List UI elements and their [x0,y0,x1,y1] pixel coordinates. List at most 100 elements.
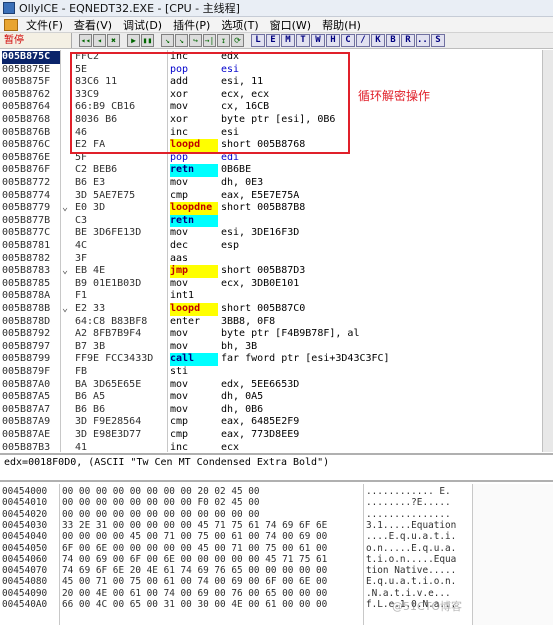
breakpoints-button[interactable]: B [386,34,400,47]
modules-window-button[interactable]: E [266,34,280,47]
menu-plugins[interactable]: 插件(P) [168,17,216,33]
handles-window-button[interactable]: H [326,34,340,47]
log-window-button[interactable]: L [251,34,265,47]
disasm-row[interactable]: 005B87A7 B6 B6 mov dh, 0B6 [0,404,542,417]
references-button[interactable]: R [401,34,415,47]
dump-row[interactable]: 00454050 6F 00 6E 00 00 00 00 00 45 00 71… [0,543,473,554]
menu-view[interactable]: 查看(V) [69,17,118,33]
disasm-row[interactable]: 005B8774 3D 5AE7E75 cmp eax, E5E7E75A [0,190,542,203]
trace-over-button[interactable]: →| [203,34,216,47]
disasm-hex-bytes: B6 B6 [75,403,106,415]
windows-window-button[interactable]: W [311,34,325,47]
disasm-row[interactable]: 005B8797 B7 3B mov bh, 3B [0,341,542,354]
disasm-operands: short 005B87D3 [221,265,306,277]
disasm-mnemonic: mov [170,277,189,289]
cpu-window-button[interactable]: C [341,34,355,47]
disasm-row[interactable]: 005B87AE 3D E98E3D77 cmp eax, 773D8EE9 [0,429,542,442]
step-over-button[interactable]: ↘ [175,34,188,47]
disasm-row[interactable]: 005B877B C3 retn [0,214,542,228]
info-text: edx=0018F0D0, (ASCII "Tw Cen MT Condense… [4,457,330,468]
toolbar: 暂停 ◂◂ ◂ ✖ ▶ ▮▮ ↘ ↘ ↪ →| ↧ ⟳ L E M T W H … [0,33,553,49]
dump-row[interactable]: 00454070 74 69 6F 6E 20 4E 61 74 69 76 65… [0,565,473,576]
memory-dump-pane[interactable]: 00454000 00 00 00 00 00 00 00 00 20 02 45… [0,484,553,625]
disasm-row[interactable]: 005B877C BE 3D6FE13D mov esi, 3DE16F3D [0,227,542,240]
dump-row[interactable]: 00454080 45 00 71 00 75 00 61 00 74 00 69… [0,576,473,587]
disasm-mnemonic: enter [170,315,201,327]
menu-window[interactable]: 窗口(W) [265,17,317,33]
call-stack-button[interactable]: K [371,34,385,47]
dump-row[interactable]: 00454010 00 00 00 00 00 00 00 00 F0 02 45… [0,497,473,508]
goto-button[interactable]: ⟳ [231,34,244,47]
run-button[interactable]: ▶ [127,34,140,47]
disasm-row[interactable]: 005B87A0 BA 3D65E65E mov edx, 5EE6653D [0,379,542,392]
disasm-hex-bytes: FB [75,366,88,377]
disasm-row[interactable]: 005B876F C2 BEB6 retn 0B6BE [0,164,542,177]
execute-till-return-button[interactable]: ↧ [217,34,230,47]
disasm-row[interactable]: 005B878D 64:C8 B83BF8 enter 3BB8, 0F8 [0,316,542,329]
disasm-hex-bytes: 64:C8 B83BF8 [75,315,148,327]
source-button[interactable]: S [431,34,445,47]
run-trace-button[interactable]: ... [416,34,430,47]
disasm-address: 005B8779 [2,202,51,214]
disasm-operands: edx, 5EE6653D [221,378,300,390]
disasm-row[interactable]: 005B8783 ⌄ EB 4E jmp short 005B87D3 [0,265,542,278]
disasm-row[interactable]: 005B8772 B6 E3 mov dh, 0E3 [0,177,542,190]
disasm-address: 005B87AE [2,429,51,440]
dump-hex-bytes: 66 00 4C 00 65 00 31 00 30 00 4E 00 61 0… [62,599,328,610]
dump-row[interactable]: 00454030 33 2E 31 00 00 00 00 00 45 71 75… [0,520,473,531]
disasm-operands: 0B6BE [221,164,252,176]
disasm-row[interactable]: 005B8782 3F aas [0,253,542,266]
disasm-row[interactable]: 005B8792 A2 8FB7B9F4 mov byte ptr [F4B9B78F… [0,328,542,341]
dump-ascii: tion Native..... [366,565,457,577]
disasm-operands: eax, 773D8EE9 [221,429,300,440]
disasm-operands: short 005B87C0 [221,303,306,314]
threads-window-button[interactable]: T [296,34,310,47]
dump-hex-bytes: 74 00 69 00 6F 00 6E 00 00 00 00 00 45 7… [62,553,328,565]
app-menu-icon[interactable] [4,18,18,31]
disasm-row[interactable]: 005B87A9 3D F9E28564 cmp eax, 6485E2F9 [0,416,542,429]
disasm-hex-bytes: C2 BEB6 [75,164,118,176]
disasm-row[interactable]: 005B8779 ⌄ E0 3D loopdne short 005B87B8 [0,202,542,215]
menu-file[interactable]: 文件(F) [21,17,69,33]
disasm-mnemonic: call [170,353,218,366]
disasm-mnemonic: int1 [170,290,195,302]
memory-window-button[interactable]: M [281,34,295,47]
window-title: OllyICE - EQNEDT32.EXE - [CPU - 主线程] [19,2,240,15]
dump-hex-bytes: 33 2E 31 00 00 00 00 00 45 71 75 61 74 6… [62,519,328,531]
disasm-address: 005B8764 [2,101,51,113]
dump-row[interactable]: 00454000 00 00 00 00 00 00 00 00 20 02 45… [0,486,473,497]
open-button[interactable]: ◂◂ [79,34,92,47]
close-button[interactable]: ✖ [107,34,120,47]
step-into-button[interactable]: ↘ [161,34,174,47]
stack-pane[interactable] [473,484,553,625]
pause-button[interactable]: ▮▮ [141,34,154,47]
disassembly-scrollbar[interactable] [542,50,553,452]
disasm-row[interactable]: 005B8781 4C dec esp [0,240,542,253]
status-paused: 暂停 [0,33,72,48]
menu-help[interactable]: 帮助(H) [317,17,367,33]
disasm-hex-bytes: 4C [75,240,88,251]
trace-into-button[interactable]: ↪ [189,34,202,47]
disasm-mnemonic: mov [170,391,189,403]
disasm-hex-bytes: BA 3D65E65E [75,378,142,390]
disasm-address: 005B876C [2,139,51,151]
disasm-operands: dh, 0A5 [221,391,264,403]
dump-row[interactable]: 00454040 00 00 00 00 45 00 71 00 75 00 61… [0,531,473,542]
disasm-row[interactable]: 005B878B ⌄ E2 33 loopd short 005B87C0 [0,303,542,316]
disasm-row[interactable]: 005B878A F1 int1 [0,290,542,303]
disasm-address: 005B8781 [2,240,51,251]
patches-window-button[interactable]: / [356,34,370,47]
dump-row[interactable]: 00454060 74 00 69 00 6F 00 6E 00 00 00 00… [0,554,473,565]
dump-row[interactable]: 00454020 00 00 00 00 00 00 00 00 00 00 00… [0,509,473,520]
menu-debug[interactable]: 调试(D) [118,17,168,33]
disasm-row[interactable]: 005B8785 B9 01E1B03D mov ecx, 3DB0E101 [0,278,542,291]
disasm-hex-bytes: 3F [75,252,88,264]
disasm-address: 005B877B [2,214,51,226]
disasm-row[interactable]: 005B879F FB sti [0,366,542,379]
dump-ascii: ............ E. [366,486,451,497]
disasm-row[interactable]: 005B8799 FF9E FCC3433D call far fword ptr [… [0,353,542,366]
menu-options[interactable]: 选项(T) [216,17,264,33]
disasm-hex-bytes: B9 01E1B03D [75,277,142,289]
disasm-row[interactable]: 005B87A5 B6 A5 mov dh, 0A5 [0,391,542,404]
restart-button[interactable]: ◂ [93,34,106,47]
